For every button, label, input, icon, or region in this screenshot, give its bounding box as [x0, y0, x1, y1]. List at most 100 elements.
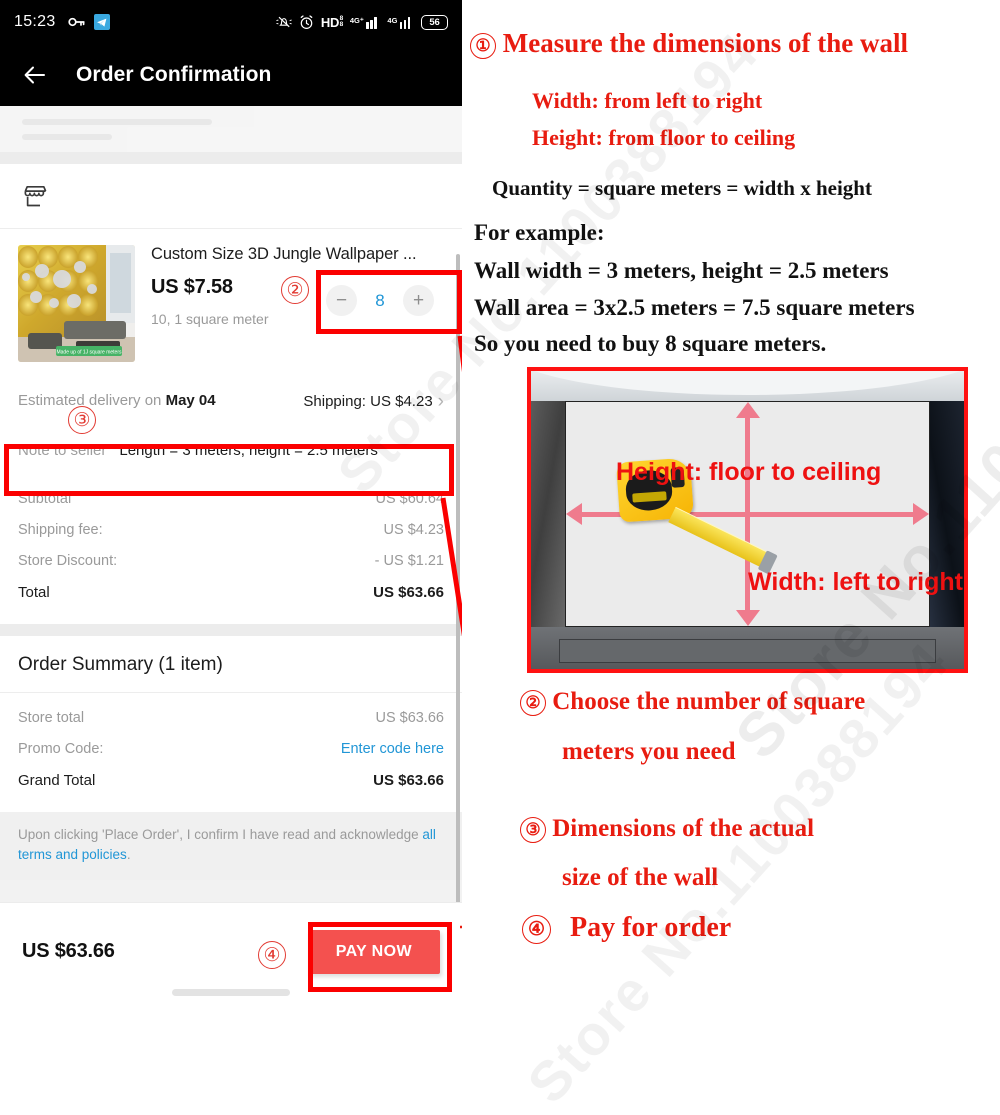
- status-time: 15:23: [14, 13, 56, 30]
- promo-code-link[interactable]: Enter code here: [341, 741, 444, 757]
- shipping-selector[interactable]: Shipping: US $4.23 ›: [303, 390, 444, 411]
- scroll-content[interactable]: Made up of 1J square meters Custom Size …: [0, 106, 462, 1000]
- left-wall: [531, 401, 565, 629]
- silent-bell-icon: [276, 15, 292, 29]
- step-3-line-1: ③ Dimensions of the actual: [520, 815, 815, 844]
- height-arrow-head-up: [735, 402, 760, 418]
- placeholder-line: [22, 134, 112, 140]
- example-line-3: So you need to buy 8 square meters.: [474, 331, 827, 356]
- note-to-seller-label: Note to seller: [18, 441, 107, 459]
- row-value: US $4.23: [383, 522, 444, 539]
- app-bar: Order Confirmation: [0, 44, 462, 106]
- example-line-1: Wall width = 3 meters, height = 2.5 mete…: [474, 258, 889, 283]
- signal-4g-plus-icon: 4G⁺: [350, 16, 381, 29]
- address-row-partial[interactable]: [0, 106, 462, 152]
- marker-3-icon: ③: [520, 817, 546, 844]
- example-line-2: Wall area = 3x2.5 meters = 7.5 square me…: [474, 295, 915, 320]
- note-to-seller-value[interactable]: Length = 3 meters, height = 2.5 meters: [119, 442, 378, 459]
- checkout-bottom-bar: US $63.66 PAY NOW: [0, 902, 462, 1000]
- vertical-scrollbar[interactable]: [456, 254, 460, 1000]
- quantity-formula: Quantity = square meters = width x heigh…: [492, 176, 872, 200]
- height-label: Height: floor to ceiling: [616, 458, 882, 486]
- step-1-title: Measure the dimensions of the wall: [502, 28, 908, 58]
- step-3-text-1: Dimensions of the actual: [552, 815, 815, 842]
- row-label: Subtotal: [18, 491, 72, 508]
- step-1-height-line: Height: from floor to ceiling: [532, 125, 796, 150]
- height-arrow-head-down: [735, 610, 760, 626]
- store-card: Made up of 1J square meters Custom Size …: [0, 164, 462, 624]
- marker-2-icon: ②: [520, 690, 546, 717]
- table-row: Total US $63.66: [18, 577, 444, 608]
- row-label: Grand Total: [18, 771, 96, 789]
- table-row: Grand Total US $63.66: [18, 765, 444, 796]
- status-left-icons: [67, 14, 110, 30]
- product-row[interactable]: Made up of 1J square meters Custom Size …: [0, 229, 462, 374]
- promo-code-row[interactable]: Promo Code: Enter code here: [18, 734, 444, 765]
- delivery-date: May 04: [165, 392, 216, 409]
- row-label: Store Discount:: [18, 553, 118, 570]
- placeholder-line: [22, 119, 212, 125]
- note-to-seller-row[interactable]: Note to seller Length = 3 meters, height…: [0, 426, 462, 474]
- marker-2-on-phone: ②: [281, 276, 309, 304]
- quantity-decrease-button[interactable]: −: [326, 285, 357, 316]
- step-4-text: Pay for order: [570, 912, 732, 943]
- delivery-prefix: Estimated delivery on: [18, 392, 166, 409]
- table-row: Store Discount: - US $1.21: [18, 546, 444, 577]
- step-2-line-2: meters you need: [562, 738, 736, 765]
- section-gap: [0, 152, 462, 164]
- table-row: Shipping fee: US $4.23: [18, 515, 444, 546]
- width-arrow-head-left: [566, 503, 582, 525]
- row-value: US $63.66: [373, 771, 444, 789]
- row-value: - US $1.21: [374, 553, 444, 570]
- step-3-line-2: size of the wall: [562, 864, 719, 891]
- status-right-icons: HD 8 8 4G⁺ 4G 56: [276, 14, 448, 30]
- row-value: US $63.66: [373, 583, 444, 601]
- quantity-value[interactable]: 8: [374, 291, 386, 311]
- ceiling: [531, 371, 964, 401]
- row-label: Shipping fee:: [18, 522, 103, 539]
- status-bar: 15:23 HD 8 8 4G⁺ 4G 56: [0, 0, 462, 44]
- table-row: Store total US $63.66: [18, 703, 444, 734]
- wall-surface: Height: floor to ceiling Width: left to …: [565, 401, 963, 627]
- hd-icon: HD 8 8: [320, 14, 343, 30]
- order-summary-card: Order Summary (1 item) Store total US $6…: [0, 635, 462, 881]
- telegram-icon: [93, 14, 110, 30]
- terms-text-after: .: [126, 847, 131, 862]
- screenshot-canvas: 15:23 HD 8 8 4G⁺ 4G 56 Order Confirmatio…: [0, 0, 1000, 1115]
- order-totals: Subtotal US $60.64 Shipping fee: US $4.2…: [0, 473, 462, 624]
- pay-now-button[interactable]: PAY NOW: [307, 929, 440, 974]
- bottom-grand-total: US $63.66: [22, 940, 115, 962]
- phone-screenshot: 15:23 HD 8 8 4G⁺ 4G 56 Order Confirmatio…: [0, 0, 462, 1000]
- marker-4-icon: ④: [522, 915, 551, 945]
- storefront-icon: [22, 183, 49, 210]
- chevron-right-icon: ›: [437, 391, 444, 412]
- step-1-width-line: Width: from left to right: [532, 88, 763, 113]
- signal-4g-icon: 4G: [387, 16, 414, 29]
- order-summary-rows: Store total US $63.66 Promo Code: Enter …: [0, 692, 462, 812]
- battery-indicator: 56: [421, 14, 448, 30]
- step-1-heading: ① Measure the dimensions of the wall: [470, 28, 908, 59]
- product-thumbnail[interactable]: Made up of 1J square meters: [18, 245, 135, 362]
- quantity-increase-button[interactable]: +: [403, 285, 434, 316]
- marker-4-on-phone: ④: [258, 941, 286, 969]
- store-row[interactable]: [0, 164, 462, 228]
- step-2-line-1: ② Choose the number of square: [520, 688, 866, 717]
- step-2-text-1: Choose the number of square: [552, 688, 866, 715]
- table-row: Subtotal US $60.64: [18, 484, 444, 515]
- key-icon: [67, 16, 85, 28]
- terms-notice: Upon clicking 'Place Order', I confirm I…: [0, 811, 462, 881]
- marker-3-on-phone: ③: [68, 406, 96, 434]
- product-title: Custom Size 3D Jungle Wallpaper ...: [151, 245, 417, 263]
- back-arrow-icon[interactable]: [22, 62, 48, 88]
- step-4-line: ④ Pay for order: [522, 912, 732, 945]
- page-title: Order Confirmation: [76, 63, 272, 86]
- quantity-stepper[interactable]: − 8 +: [326, 285, 434, 316]
- floor: [531, 627, 964, 669]
- row-value: US $63.66: [375, 710, 444, 727]
- marker-1-icon: ①: [470, 32, 496, 59]
- width-arrow-head-right: [913, 503, 929, 525]
- width-label: Width: left to right: [748, 568, 963, 596]
- shipping-label: Shipping: US $4.23: [303, 393, 433, 410]
- example-heading: For example:: [474, 220, 605, 245]
- row-label: Promo Code:: [18, 741, 104, 758]
